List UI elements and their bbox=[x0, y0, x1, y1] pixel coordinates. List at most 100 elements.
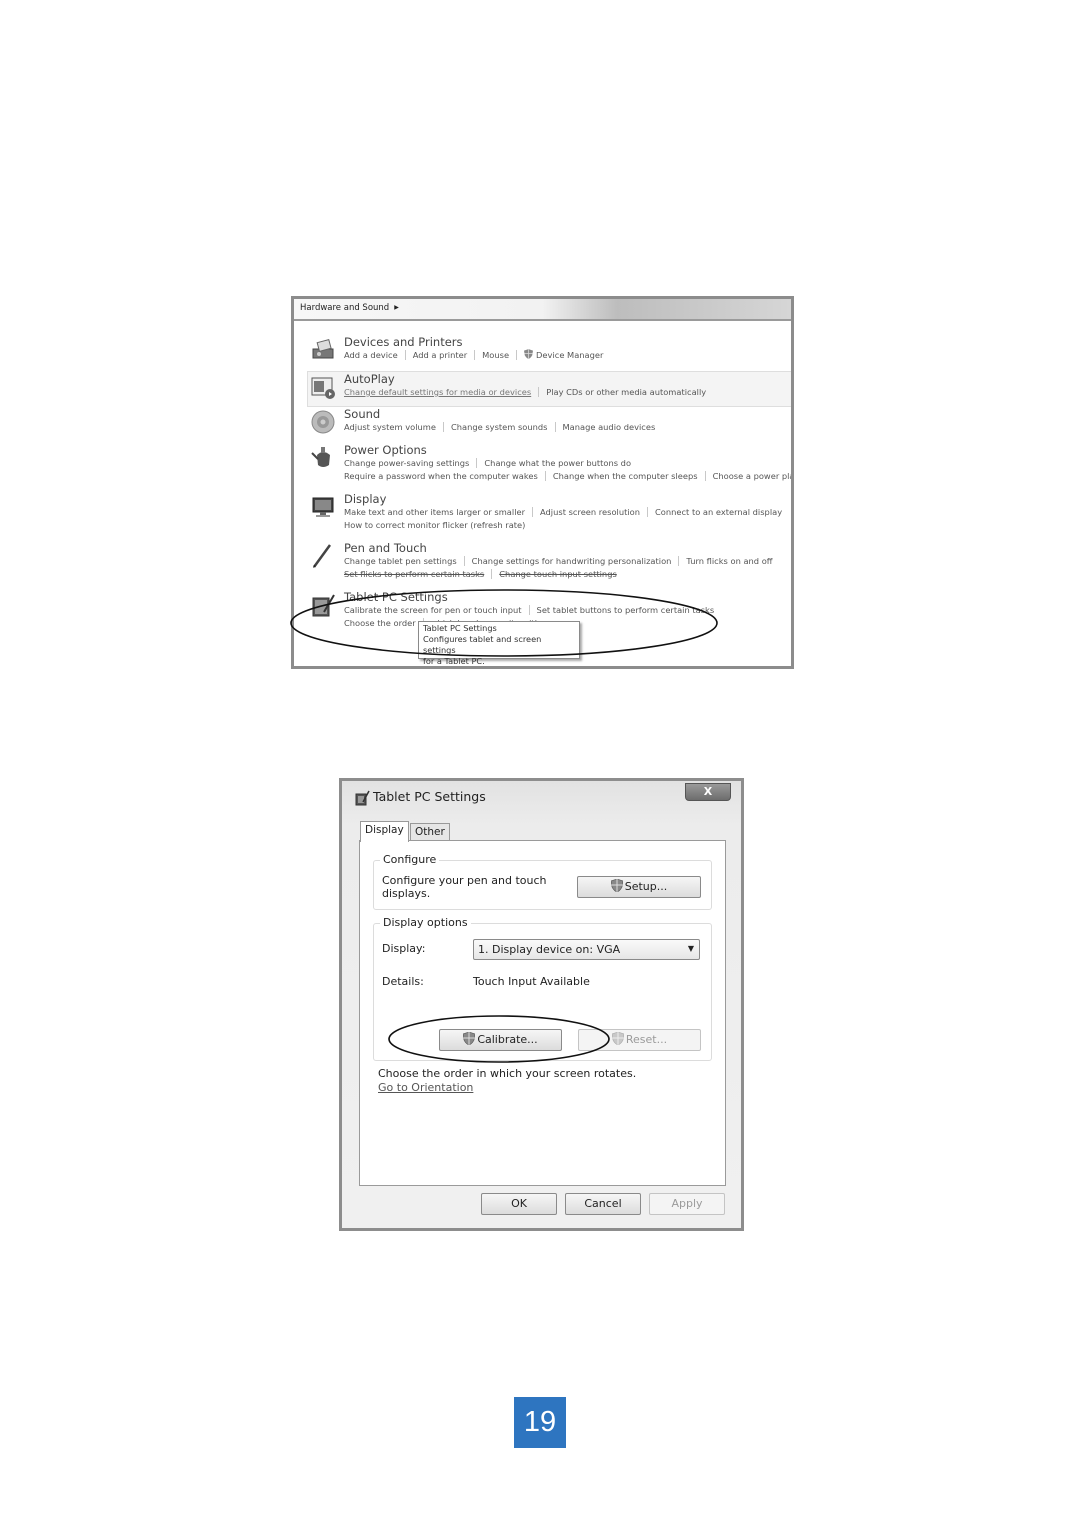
task-link[interactable]: Adjust screen resolution bbox=[540, 507, 640, 517]
tab-display[interactable]: Display bbox=[360, 821, 409, 842]
cancel-button[interactable]: Cancel bbox=[565, 1193, 641, 1215]
category-item: Display Make text and other items larger … bbox=[294, 492, 791, 541]
calibrate-button[interactable]: Calibrate... bbox=[439, 1029, 562, 1051]
task-link[interactable]: Change tablet pen settings bbox=[344, 556, 457, 566]
task-link[interactable]: Turn flicks on and off bbox=[686, 556, 772, 566]
tooltip-line: Configures tablet and screen settings bbox=[423, 634, 542, 655]
control-panel-screenshot: Hardware and Sound ▶ Devices and Printers… bbox=[291, 296, 794, 669]
reset-button-label: Reset... bbox=[625, 1033, 668, 1046]
printer-icon bbox=[312, 338, 334, 359]
task-link-row: Change tablet pen settings Change setting… bbox=[344, 555, 791, 568]
category-item: AutoPlay Change default settings for medi… bbox=[307, 371, 791, 407]
task-link[interactable]: Change when the computer sleeps bbox=[553, 471, 698, 481]
breadcrumb-arrow-icon[interactable]: ▶ bbox=[394, 304, 399, 311]
task-link[interactable]: Make text and other items larger or smal… bbox=[344, 507, 525, 517]
category-title[interactable]: Devices and Printers bbox=[344, 335, 791, 349]
setup-button-label: Setup... bbox=[624, 880, 668, 893]
task-link[interactable]: Adjust system volume bbox=[344, 422, 436, 432]
chevron-down-icon: ▼ bbox=[687, 944, 694, 953]
link-separator bbox=[554, 422, 556, 432]
category-title[interactable]: Display bbox=[344, 492, 791, 506]
dialog-title: Tablet PC Settings bbox=[373, 789, 486, 804]
task-link[interactable]: Set tablet buttons to perform certain ta… bbox=[537, 605, 715, 615]
category-title[interactable]: Sound bbox=[344, 407, 791, 421]
configure-description-line: Configure your pen and touch bbox=[382, 874, 547, 887]
task-link[interactable]: Change default settings for media or dev… bbox=[344, 387, 531, 397]
task-link-row: Change default settings for media or dev… bbox=[344, 386, 791, 399]
calibrate-button-label: Calibrate... bbox=[477, 1033, 538, 1046]
breadcrumb-hardware-and-sound[interactable]: Hardware and Sound bbox=[300, 303, 389, 313]
link-separator bbox=[516, 350, 518, 360]
tablet-pc-icon bbox=[312, 594, 335, 617]
tooltip: Tablet PC Settings Configures tablet and… bbox=[418, 621, 580, 666]
autoplay-icon bbox=[311, 377, 335, 399]
task-link[interactable]: Change system sounds bbox=[451, 422, 548, 432]
monitor-icon bbox=[312, 497, 334, 517]
uac-shield-icon bbox=[611, 1032, 624, 1045]
category-item: Pen and Touch Change tablet pen settings C… bbox=[294, 541, 791, 590]
task-link-row: Calibrate the screen for pen or touch in… bbox=[344, 604, 791, 617]
task-link[interactable]: Device Manager bbox=[536, 350, 603, 360]
link-separator bbox=[491, 569, 493, 579]
pen-icon bbox=[312, 544, 332, 568]
reset-button[interactable]: Reset... bbox=[578, 1029, 701, 1051]
page-number-badge: 19 bbox=[514, 1397, 566, 1448]
apply-button[interactable]: Apply bbox=[649, 1193, 725, 1215]
link-separator bbox=[476, 458, 478, 468]
link-separator bbox=[532, 507, 534, 517]
link-separator bbox=[474, 350, 476, 360]
task-link-row: Make text and other items larger or smal… bbox=[344, 506, 791, 519]
task-link[interactable]: How to correct monitor flicker (refresh … bbox=[344, 520, 525, 530]
category-item: Sound Adjust system volume Change system s… bbox=[294, 407, 791, 443]
details-value: Touch Input Available bbox=[473, 975, 590, 988]
close-button[interactable]: X bbox=[685, 783, 731, 801]
ok-button[interactable]: OK bbox=[481, 1193, 557, 1215]
uac-shield-icon bbox=[610, 879, 623, 892]
link-separator bbox=[538, 387, 540, 397]
task-link[interactable]: Require a password when the computer wak… bbox=[344, 471, 538, 481]
task-link[interactable]: Change settings for handwriting personal… bbox=[472, 556, 672, 566]
tablet-pc-icon bbox=[355, 790, 370, 806]
breadcrumb: Hardware and Sound ▶ bbox=[294, 299, 791, 321]
display-device-select[interactable]: 1. Display device on: VGA ▼ bbox=[473, 939, 700, 960]
task-link[interactable]: Change what the power buttons do bbox=[484, 458, 631, 468]
category-item: Power Options Change power-saving setting… bbox=[294, 443, 791, 492]
details-label: Details: bbox=[382, 975, 424, 988]
task-link[interactable]: Play CDs or other media automatically bbox=[546, 387, 706, 397]
link-separator bbox=[463, 556, 465, 566]
tablet-pc-settings-dialog: Tablet PC Settings X Display Other Confi… bbox=[339, 778, 744, 1231]
tooltip-title: Tablet PC Settings bbox=[423, 623, 497, 633]
task-link[interactable]: Calibrate the screen for pen or touch in… bbox=[344, 605, 522, 615]
task-link-row: Require a password when the computer wak… bbox=[344, 470, 791, 483]
task-link[interactable]: Manage audio devices bbox=[563, 422, 656, 432]
task-link[interactable]: Change touch input settings bbox=[499, 569, 617, 579]
category-title[interactable]: Tablet PC Settings bbox=[344, 590, 791, 604]
category-title[interactable]: Pen and Touch bbox=[344, 541, 791, 555]
task-link[interactable]: Choose the order bbox=[344, 618, 416, 628]
category-title[interactable]: AutoPlay bbox=[344, 372, 791, 386]
task-link[interactable]: Add a printer bbox=[413, 350, 467, 360]
task-link[interactable]: Choose a power pla bbox=[713, 471, 791, 481]
configure-group-label: Configure bbox=[380, 853, 440, 866]
configure-description-line: displays. bbox=[382, 887, 431, 900]
display-label: Display: bbox=[382, 942, 426, 955]
setup-button[interactable]: Setup... bbox=[577, 876, 701, 898]
task-link-row: Adjust system volume Change system sounds… bbox=[344, 421, 791, 434]
task-link[interactable]: Add a device bbox=[344, 350, 398, 360]
task-link[interactable]: Set flicks to perform certain tasks bbox=[344, 569, 484, 579]
power-options-icon bbox=[311, 447, 330, 467]
link-separator bbox=[528, 605, 530, 615]
task-link-row: Set flicks to perform certain tasks Chang… bbox=[344, 568, 791, 581]
uac-shield-icon bbox=[463, 1032, 476, 1045]
category-title[interactable]: Power Options bbox=[344, 443, 791, 457]
category-item: Devices and Printers Add a device Add a pr… bbox=[294, 335, 791, 371]
task-link[interactable]: Mouse bbox=[482, 350, 509, 360]
link-separator bbox=[704, 471, 706, 481]
tab-other[interactable]: Other bbox=[410, 823, 450, 841]
task-link-row: Add a device Add a printer Mouse Device Man… bbox=[344, 349, 791, 362]
go-to-orientation-link[interactable]: Go to Orientation bbox=[378, 1081, 473, 1094]
task-link[interactable]: Connect to an external display bbox=[655, 507, 782, 517]
task-link-row: Change power-saving settings Change what … bbox=[344, 457, 791, 470]
tooltip-line: for a Tablet PC. bbox=[423, 656, 485, 666]
task-link[interactable]: Change power-saving settings bbox=[344, 458, 469, 468]
